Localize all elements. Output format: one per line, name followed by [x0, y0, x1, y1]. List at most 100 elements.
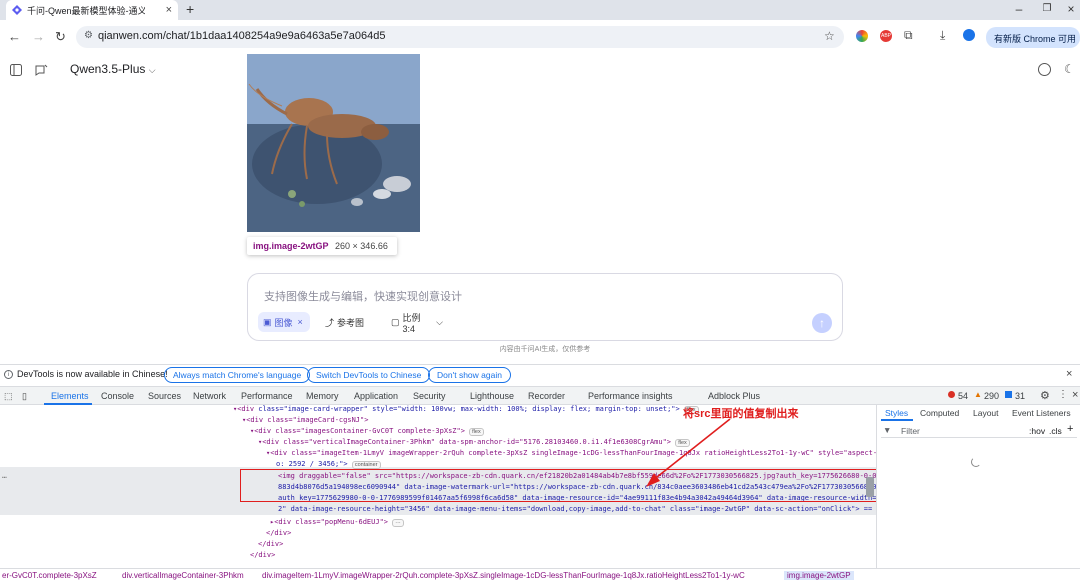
devtools-tab-bar: ⬚ ▯ Elements Console Sources Network Per… — [0, 386, 1080, 405]
loading-spinner-icon — [971, 457, 981, 467]
dom-node-line[interactable]: ▾<div class="imageCard-cgsNJ"> — [242, 416, 368, 424]
dom-node-line[interactable]: ▾<div class="imageItem-1LmyV imageWrappe… — [266, 449, 876, 457]
tab-elements[interactable]: Elements — [51, 391, 89, 401]
tab-application[interactable]: Application — [354, 391, 398, 401]
chevron-down-icon: ⌵ — [148, 65, 156, 75]
new-chat-icon[interactable] — [35, 64, 48, 76]
styles-tab-underline — [881, 419, 913, 421]
tab-title: 千问-Qwen最新模型体验-通义 — [27, 5, 145, 16]
site-info-icon[interactable]: ⚙ — [84, 30, 93, 41]
generated-crayfish-image[interactable] — [247, 54, 420, 232]
close-tab-icon[interactable]: × — [166, 4, 172, 16]
send-button[interactable]: ↑ — [812, 313, 832, 333]
selected-img-node-cont[interactable]: 2" data-image-resource-height="3456" dat… — [278, 505, 876, 513]
url-text[interactable]: qianwen.com/chat/1b1daa1408254a9e9a6463a… — [98, 30, 385, 42]
warning-count[interactable]: 290 — [984, 391, 999, 401]
hov-toggle[interactable]: :hov — [1029, 426, 1045, 436]
dom-node-close[interactable]: </div> — [266, 529, 291, 537]
tab-event-listeners[interactable]: Event Listeners — [1012, 408, 1071, 418]
bookmark-star-icon[interactable]: ☆ — [824, 29, 835, 43]
dom-node-line[interactable]: ▾<div class="verticalImageContainer-3Phk… — [258, 438, 690, 447]
extensions-puzzle-icon[interactable]: ⧉ — [904, 28, 913, 43]
back-icon[interactable]: ← — [8, 29, 21, 44]
close-devtools-icon[interactable]: × — [1072, 389, 1078, 401]
browser-tab-strip: 千问-Qwen最新模型体验-通义 × + – ❐ × — [0, 0, 1080, 20]
device-toolbar-icon[interactable]: ▯ — [22, 391, 27, 402]
forward-icon[interactable]: → — [32, 29, 45, 44]
profile-avatar-icon[interactable] — [963, 29, 975, 41]
dom-node-line[interactable]: ▾<div class="imagesContainer-GvC0T compl… — [250, 427, 484, 436]
close-window-icon[interactable]: × — [1064, 2, 1078, 16]
error-count[interactable]: 54 — [958, 391, 968, 401]
inspect-element-icon[interactable]: ⬚ — [4, 391, 13, 402]
new-tab-icon[interactable]: + — [186, 1, 194, 17]
dont-show-again-button[interactable]: Don't show again — [428, 367, 511, 383]
more-options-icon[interactable]: ⋮ — [1058, 389, 1068, 400]
tab-sources[interactable]: Sources — [148, 391, 181, 401]
tab-recorder[interactable]: Recorder — [528, 391, 565, 401]
dom-node-line[interactable]: ▾<div class="image-card-wrapper" style="… — [233, 405, 699, 414]
tab-adblock-plus[interactable]: Adblock Plus — [708, 391, 760, 401]
tab-lighthouse[interactable]: Lighthouse — [470, 391, 514, 401]
error-icon — [948, 391, 955, 398]
model-selector[interactable]: Qwen3.5-Plus ⌵ — [70, 62, 156, 76]
reload-icon[interactable]: ↻ — [55, 29, 66, 45]
styles-filter-input[interactable]: ▼ Filter :hov .cls + — [881, 423, 1077, 438]
dom-node-close[interactable]: </div> — [250, 551, 275, 559]
tab-layout[interactable]: Layout — [973, 408, 999, 418]
info-count[interactable]: 31 — [1015, 391, 1025, 401]
chat-input-placeholder[interactable]: 支持图像生成与编辑，快速实现创意设计 — [264, 288, 462, 304]
image-mode-chip[interactable]: ▣ 图像 × — [258, 312, 310, 332]
info-count-icon — [1005, 391, 1012, 398]
update-chrome-button[interactable]: 有新版 Chrome 可用 — [986, 27, 1080, 48]
aspect-ratio-selector[interactable]: ▢ 比例 3:4 ⌵ — [386, 312, 448, 334]
close-notice-icon[interactable]: × — [1066, 368, 1072, 380]
tab-network[interactable]: Network — [193, 391, 226, 401]
info-icon: i — [4, 370, 13, 379]
tab-memory[interactable]: Memory — [306, 391, 339, 401]
dom-node-line[interactable]: ▸<div class="popMenu-6dEUJ"> ··· — [270, 518, 404, 527]
breadcrumb-item[interactable]: div.verticalImageContainer-3Phkm — [122, 571, 244, 580]
tab-performance[interactable]: Performance — [241, 391, 293, 401]
warning-icon: ▲ — [974, 390, 982, 399]
dom-node-line[interactable]: o: 2592 / 3456;"> container — [276, 460, 381, 469]
switch-to-chinese-button[interactable]: Switch DevTools to Chinese — [307, 367, 431, 383]
ai-disclaimer: 内容由千问AI生成，仅供参考 — [499, 346, 591, 353]
settings-gear-icon[interactable]: ⚙ — [1040, 389, 1050, 402]
reference-image-button[interactable]: ⤴ 参考图 — [320, 312, 370, 332]
devtools-language-notice: i DevTools is now available in Chinese! … — [0, 364, 1080, 386]
add-rule-icon[interactable]: + — [1067, 423, 1073, 435]
minimize-icon[interactable]: – — [1012, 2, 1026, 16]
element-size-tooltip: img.image-2wtGP 260 × 346.66 — [247, 237, 397, 255]
remove-chip-icon[interactable]: × — [298, 317, 303, 327]
extension-color-icon[interactable] — [856, 30, 868, 42]
address-bar[interactable]: ⚙ qianwen.com/chat/1b1daa1408254a9e9a646… — [76, 26, 844, 48]
browser-tab[interactable]: 千问-Qwen最新模型体验-通义 × — [6, 0, 178, 20]
maximize-icon[interactable]: ❐ — [1040, 3, 1054, 14]
match-language-button[interactable]: Always match Chrome's language — [164, 367, 311, 383]
breadcrumb-item-selected[interactable]: img.image-2wtGP — [784, 571, 854, 580]
elements-dom-tree: … ▾<div class="image-card-wrapper" style… — [0, 405, 876, 568]
tab-computed[interactable]: Computed — [920, 408, 959, 418]
dom-node-close[interactable]: </div> — [258, 540, 283, 548]
tab-console[interactable]: Console — [101, 391, 134, 401]
history-icon[interactable] — [1038, 63, 1051, 76]
annotation-arrow-icon — [646, 418, 731, 487]
cls-toggle[interactable]: .cls — [1049, 426, 1062, 436]
breadcrumb-item[interactable]: div.imageItem-1LmyV.imageWrapper-2rQuh.c… — [262, 571, 745, 580]
adblock-icon[interactable]: ABP — [880, 30, 892, 42]
upload-icon: ⤴ — [325, 317, 335, 328]
dark-mode-icon[interactable]: ☾ — [1064, 62, 1075, 76]
chat-input-box[interactable]: 支持图像生成与编辑，快速实现创意设计 ▣ 图像 × ⤴ 参考图 ▢ 比例 3:4… — [247, 273, 843, 341]
breadcrumb-item[interactable]: er-GvC0T.complete-3pXsZ — [2, 571, 97, 580]
tab-performance-insights[interactable]: Performance insights — [588, 391, 673, 401]
collapsed-children-badge[interactable]: ··· — [392, 519, 404, 527]
tab-styles[interactable]: Styles — [885, 408, 908, 418]
browser-toolbar: ← → ↻ ⚙ qianwen.com/chat/1b1daa1408254a9… — [0, 20, 1080, 54]
ratio-icon: ▢ — [391, 316, 400, 327]
download-icon[interactable]: ⤓ — [940, 28, 945, 43]
ellipsis-icon: … — [2, 471, 7, 480]
tab-security[interactable]: Security — [413, 391, 446, 401]
horizontal-scrollbar-thumb[interactable] — [866, 477, 874, 497]
sidebar-toggle-icon[interactable] — [10, 64, 22, 76]
